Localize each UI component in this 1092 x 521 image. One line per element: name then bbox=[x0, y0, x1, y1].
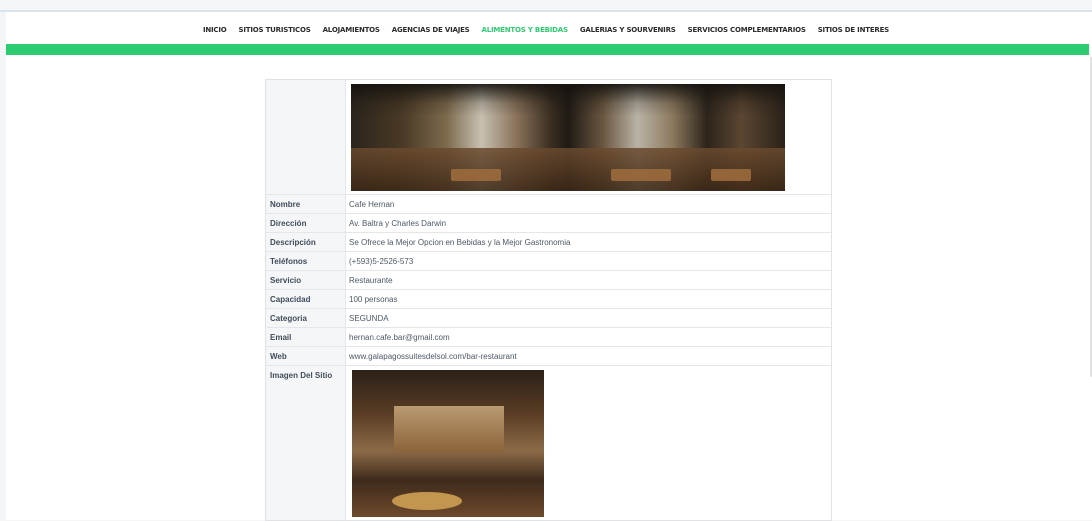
detail-row-nombre: Nombre Cafe Hernan bbox=[266, 194, 831, 213]
detail-value: Av. Baltra y Charles Darwin bbox=[349, 218, 447, 228]
site-image-cell bbox=[346, 366, 831, 520]
detail-row-servicio: Servicio Restaurante bbox=[266, 270, 831, 289]
detail-value: Cafe Hernan bbox=[349, 199, 395, 209]
main-navigation: INICIO SITIOS TURISTICOS ALOJAMIENTOS AG… bbox=[6, 26, 1086, 40]
detail-row-categoria: Categoria SEGUNDA bbox=[266, 308, 831, 327]
site-image-label: Imagen Del Sitio bbox=[266, 366, 346, 520]
detail-label: Dirección bbox=[266, 214, 346, 232]
nav-item-agencias-de-viajes[interactable]: AGENCIAS DE VIAJES bbox=[392, 26, 470, 40]
detail-label: Categoria bbox=[266, 309, 346, 327]
nav-item-servicios-complementarios[interactable]: SERVICIOS COMPLEMENTARIOS bbox=[688, 26, 806, 40]
detail-label: Email bbox=[266, 328, 346, 346]
nav-item-galerias-y-sourvenirs[interactable]: GALERIAS Y SOURVENIRS bbox=[580, 26, 676, 40]
detail-value: www.galapagossuitesdelsol.com/bar-restau… bbox=[349, 351, 517, 361]
detail-value: Se Ofrece la Mejor Opcion en Bebidas y l… bbox=[349, 237, 571, 247]
detail-value: Restaurante bbox=[349, 275, 393, 285]
hero-image-label-cell bbox=[266, 80, 346, 194]
detail-label: Nombre bbox=[266, 195, 346, 213]
detail-row-direccion: Dirección Av. Baltra y Charles Darwin bbox=[266, 213, 831, 232]
nav-item-inicio[interactable]: INICIO bbox=[203, 26, 227, 40]
detail-label: Web bbox=[266, 347, 346, 365]
detail-value: 100 personas bbox=[349, 294, 398, 304]
detail-row-telefonos: Teléfonos (+593)5-2526-573 bbox=[266, 251, 831, 270]
restaurant-panorama-image bbox=[351, 84, 785, 191]
detail-label: Servicio bbox=[266, 271, 346, 289]
detail-label: Teléfonos bbox=[266, 252, 346, 270]
hero-image-cell bbox=[346, 80, 831, 194]
nav-item-sitios-turisticos[interactable]: SITIOS TURISTICOS bbox=[239, 26, 311, 40]
detail-row-capacidad: Capacidad 100 personas bbox=[266, 289, 831, 308]
detail-value: hernan.cafe.bar@gmail.com bbox=[349, 332, 450, 342]
hero-image-row bbox=[266, 80, 831, 194]
detail-row-web: Web www.galapagossuitesdelsol.com/bar-re… bbox=[266, 346, 831, 365]
detail-label: Capacidad bbox=[266, 290, 346, 308]
site-details-table: Nombre Cafe Hernan Dirección Av. Baltra … bbox=[265, 79, 832, 521]
nav-item-alimentos-y-bebidas[interactable]: ALIMENTOS Y BEBIDAS bbox=[482, 26, 569, 40]
detail-value: SEGUNDA bbox=[349, 313, 389, 323]
detail-row-email: Email hernan.cafe.bar@gmail.com bbox=[266, 327, 831, 346]
detail-label: Descripción bbox=[266, 233, 346, 251]
detail-row-descripcion: Descripción Se Ofrece la Mejor Opcion en… bbox=[266, 232, 831, 251]
nav-item-sitios-de-interes[interactable]: SITIOS DE INTERES bbox=[818, 26, 890, 40]
nav-item-alojamientos[interactable]: ALOJAMIENTOS bbox=[323, 26, 380, 40]
accent-bar bbox=[6, 44, 1089, 55]
site-image-row: Imagen Del Sitio bbox=[266, 365, 831, 520]
restaurant-interior-image bbox=[352, 370, 544, 517]
detail-value: (+593)5-2526-573 bbox=[349, 256, 414, 266]
